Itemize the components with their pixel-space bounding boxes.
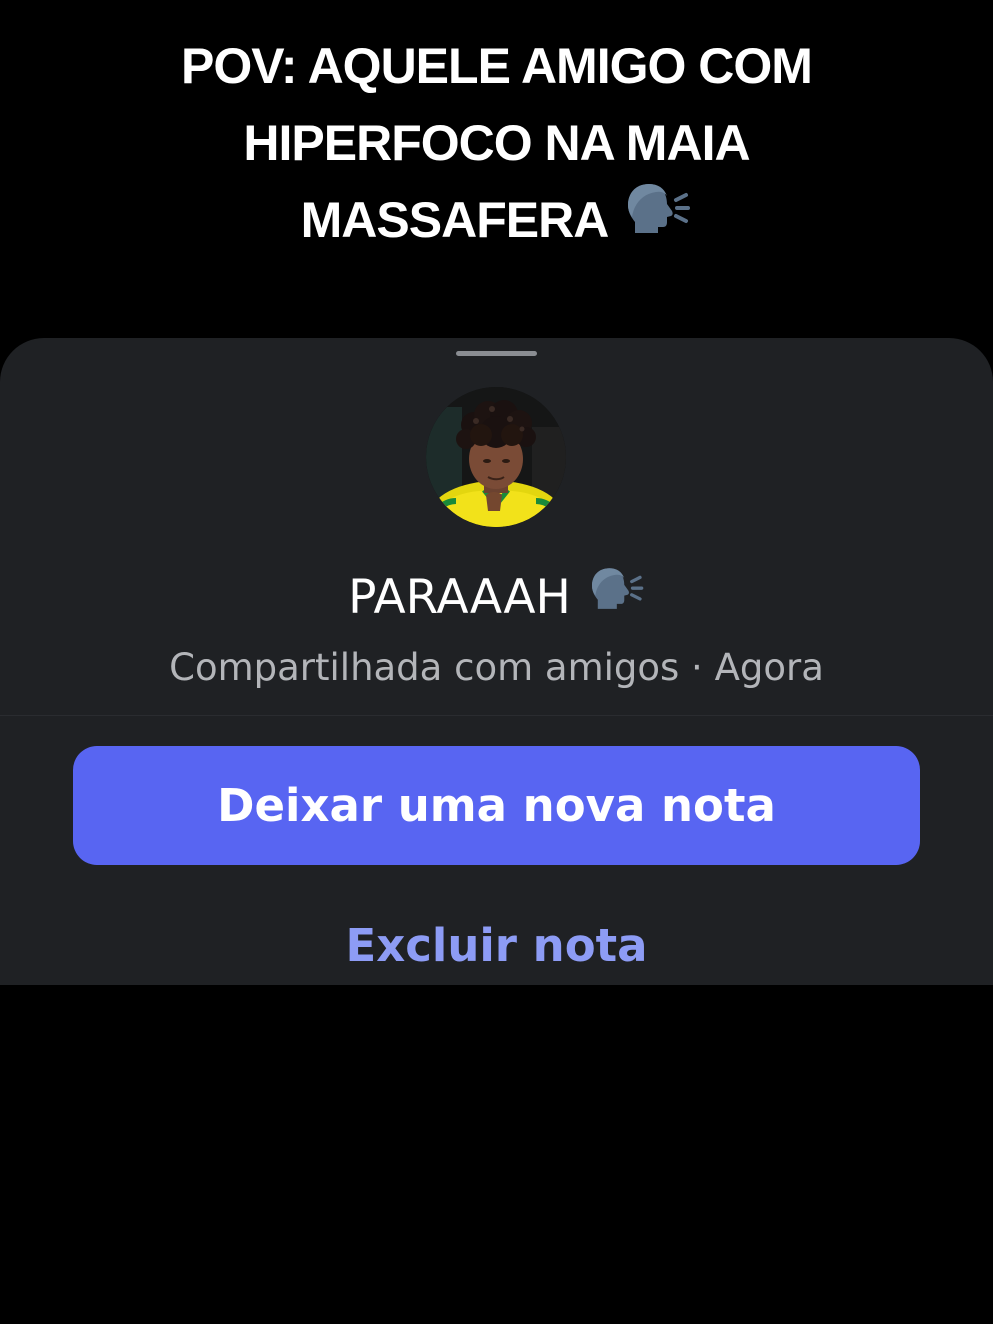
note-text-label: PARAAAH [348,570,571,625]
caption-line-1: POV: AQUELE AMIGO COM [181,38,813,94]
delete-note-button[interactable]: Excluir nota [0,914,993,978]
divider [0,715,993,716]
note-meta: Compartilhada com amigos · Agora [169,646,824,689]
speaking-head-icon [587,565,645,630]
speaking-head-icon [622,180,692,260]
note-bottom-sheet: PARAAAH Compartilhada com amigos · Agora… [0,338,993,985]
avatar [426,387,566,527]
video-caption: POV: AQUELE AMIGO COM HIPERFOCO NA MAIA … [0,28,993,264]
caption-line-3-text: MASSAFERA [300,192,610,248]
sheet-drag-handle[interactable] [456,351,537,356]
caption-line-2: HIPERFOCO NA MAIA [243,115,750,171]
note-text: PARAAAH [0,566,993,633]
caption-line-3: MASSAFERA [0,182,993,264]
leave-new-note-button[interactable]: Deixar uma nova nota [73,746,920,865]
